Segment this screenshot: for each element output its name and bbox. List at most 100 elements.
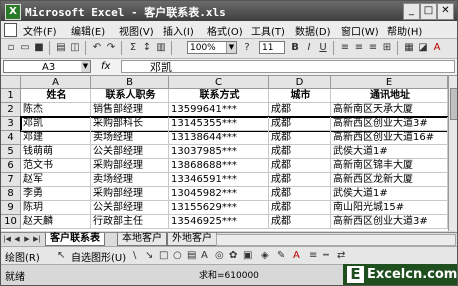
save-icon[interactable]: ■ <box>33 42 45 54</box>
excel-icon[interactable]: X <box>5 4 21 20</box>
header-cell[interactable]: 城市 <box>269 89 331 103</box>
next-sheet-icon[interactable]: ▶ <box>23 235 31 244</box>
cell[interactable]: 陈玥 <box>21 201 91 215</box>
menu-view[interactable]: 视图(V) <box>119 23 154 38</box>
cell[interactable]: 邓建 <box>21 131 91 145</box>
row-header[interactable]: 8 <box>1 187 21 201</box>
menu-help[interactable]: 帮助(H) <box>387 23 422 38</box>
cell[interactable]: 行政部主任 <box>91 215 169 229</box>
minimize-icon[interactable]: _ <box>403 3 420 20</box>
dash-style-icon[interactable]: ┅ <box>323 250 329 261</box>
cell[interactable]: 高新西区创业大道3# <box>331 117 448 131</box>
wordart-icon[interactable]: A <box>201 250 208 261</box>
undo-icon[interactable]: ↶ <box>91 42 103 54</box>
menu-tools[interactable]: 工具(T) <box>251 23 285 38</box>
zoom-combo[interactable]: 100% ▼ <box>187 41 237 54</box>
cell[interactable]: 13868688*** <box>169 159 269 173</box>
redo-icon[interactable]: ↷ <box>105 42 117 54</box>
cell[interactable]: 13138644*** <box>169 131 269 145</box>
fill-color-icon[interactable]: ◪ <box>417 42 429 54</box>
preview-icon[interactable]: ◫ <box>69 42 81 54</box>
row-header[interactable]: 5 <box>1 145 21 159</box>
cell[interactable]: 高新南区天承大厦 <box>331 103 448 117</box>
cell[interactable]: 高新西区创业大道16# <box>331 131 448 145</box>
arrow-icon[interactable]: ↘ <box>145 250 153 261</box>
select-arrow-icon[interactable]: ↖ <box>57 250 65 261</box>
cell[interactable]: 武侯大道1# <box>331 187 448 201</box>
row-header[interactable]: 1 <box>1 89 21 103</box>
bold-icon[interactable]: B <box>289 42 301 54</box>
underline-icon[interactable]: U <box>317 42 329 54</box>
document-icon[interactable] <box>4 23 17 37</box>
cell[interactable]: 成都 <box>269 117 331 131</box>
name-box[interactable]: A3 ▼ <box>3 60 91 73</box>
picture-icon[interactable]: ▣ <box>243 250 252 261</box>
cell[interactable]: 范文书 <box>21 159 91 173</box>
line-color-icon[interactable]: ✎ <box>277 250 285 261</box>
cell[interactable]: 成都 <box>269 103 331 117</box>
align-center-icon[interactable]: ≡ <box>353 42 365 54</box>
row-header[interactable]: 3 <box>1 117 21 131</box>
menu-format[interactable]: 格式(O) <box>207 23 243 38</box>
last-sheet-icon[interactable]: ▶| <box>33 235 41 244</box>
menu-edit[interactable]: 编辑(E) <box>71 23 105 38</box>
close-icon[interactable]: ✕ <box>437 3 454 20</box>
row-header[interactable]: 4 <box>1 131 21 145</box>
cell[interactable]: 高新西区龙新大厦 <box>331 173 448 187</box>
cell[interactable]: 赵军 <box>21 173 91 187</box>
chevron-down-icon[interactable]: ▼ <box>226 42 236 53</box>
cell[interactable]: 成都 <box>269 187 331 201</box>
maximize-icon[interactable]: □ <box>420 3 437 20</box>
cell[interactable]: 成都 <box>269 159 331 173</box>
header-cell[interactable]: 姓名 <box>21 89 91 103</box>
print-icon[interactable]: ▤ <box>55 42 67 54</box>
cell[interactable]: 采购部经理 <box>91 159 169 173</box>
cell[interactable]: 13599641*** <box>169 103 269 117</box>
line-style-icon[interactable]: ≡ <box>309 250 317 261</box>
select-all-corner[interactable] <box>1 76 21 89</box>
clipart-icon[interactable]: ✿ <box>229 250 237 261</box>
horizontal-scrollbar[interactable] <box>216 234 456 246</box>
line-icon[interactable]: \ <box>133 250 136 261</box>
cell[interactable]: 卖场经理 <box>91 131 169 145</box>
column-header-b[interactable]: B <box>91 76 169 89</box>
merge-icon[interactable]: ⊞ <box>381 42 393 54</box>
column-header-a[interactable]: A <box>21 76 91 89</box>
cell[interactable]: 赵天麟 <box>21 215 91 229</box>
scrollbar-thumb[interactable] <box>450 88 457 120</box>
cell[interactable]: 13037985*** <box>169 145 269 159</box>
row-header[interactable]: 10 <box>1 215 21 229</box>
help-icon[interactable]: ? <box>241 42 253 54</box>
cell[interactable]: 13045982*** <box>169 187 269 201</box>
prev-sheet-icon[interactable]: ◀ <box>13 235 21 244</box>
first-sheet-icon[interactable]: |◀ <box>3 235 11 244</box>
cell[interactable]: 高新南区锦丰大厦 <box>331 159 448 173</box>
row-header[interactable]: 2 <box>1 103 21 117</box>
active-cell[interactable]: 邓凯 <box>21 117 91 131</box>
cell[interactable]: 公关部经理 <box>91 145 169 159</box>
header-cell[interactable]: 联系方式 <box>169 89 269 103</box>
cell[interactable]: 公关部经理 <box>91 201 169 215</box>
cell[interactable]: 钱萌萌 <box>21 145 91 159</box>
sheet-tab-customer-contacts[interactable]: 客户联系表 <box>45 233 105 246</box>
row-header[interactable]: 6 <box>1 159 21 173</box>
formula-input[interactable]: 邓凯 <box>121 60 455 74</box>
fill-color-icon[interactable]: ◈ <box>261 250 269 261</box>
column-header-d[interactable]: D <box>269 76 331 89</box>
cell[interactable]: 采购部经理 <box>91 187 169 201</box>
textbox-icon[interactable]: ▤ <box>187 250 196 261</box>
menu-data[interactable]: 数据(D) <box>295 23 331 38</box>
cell[interactable]: 成都 <box>269 131 331 145</box>
cell[interactable]: 13155629*** <box>169 201 269 215</box>
align-right-icon[interactable]: ≡ <box>367 42 379 54</box>
sort-icon[interactable]: ↕ <box>141 42 153 54</box>
diagram-icon[interactable]: ◎ <box>215 250 224 261</box>
rectangle-icon[interactable]: □ <box>159 250 168 261</box>
column-header-e[interactable]: E <box>331 76 448 89</box>
cell[interactable]: 13546925*** <box>169 215 269 229</box>
cell[interactable]: 13346591*** <box>169 173 269 187</box>
cell[interactable]: 高新西区创业大道3# <box>331 215 448 229</box>
font-color-icon[interactable]: A <box>431 42 443 54</box>
cell[interactable]: 成都 <box>269 201 331 215</box>
font-size-combo[interactable]: 11 <box>259 41 285 54</box>
